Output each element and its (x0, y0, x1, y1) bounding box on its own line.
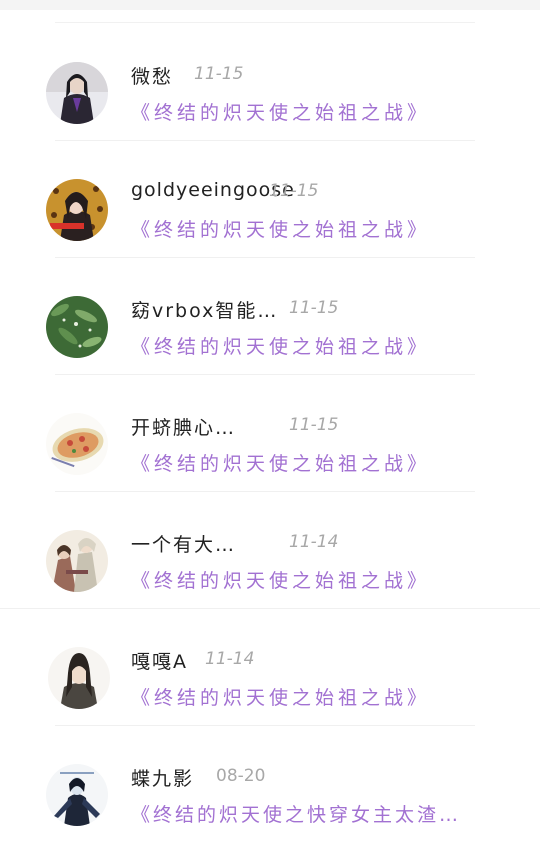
divider (55, 22, 475, 23)
avatar[interactable] (46, 530, 108, 592)
book-title-link[interactable]: 《终结的炽天使之始祖之战》 (131, 566, 430, 593)
date-label: 11-15 (289, 298, 339, 318)
avatar[interactable] (46, 179, 108, 241)
avatar[interactable] (46, 413, 108, 475)
date-label: 11-15 (194, 64, 244, 84)
book-title-link[interactable]: 《终结的炽天使之始祖之战》 (131, 449, 430, 476)
date-label: 11-15 (289, 415, 339, 435)
reader-list-screen: 微愁 11-15 《终结的炽天使之始祖之战》 goldyeeingoose 11… (0, 0, 540, 843)
avatar[interactable] (46, 296, 108, 358)
avatar-long-hair-man-image (48, 647, 110, 709)
top-strip (0, 0, 540, 10)
date-label: 11-14 (205, 649, 255, 669)
user-name[interactable]: 一个有大… (131, 530, 236, 557)
book-title-link[interactable]: 《终结的炽天使之始祖之战》 (131, 98, 430, 125)
avatar-dark-figure-image (46, 764, 108, 826)
book-title-link[interactable]: 《终结的炽天使之始祖之战》 (131, 215, 430, 242)
avatar-anime-group-image (46, 530, 108, 592)
avatar[interactable] (48, 647, 110, 709)
list-item[interactable]: 蝶九影 08-20 《终结的炽天使之快穿女主太渣… (0, 726, 540, 843)
avatar[interactable] (46, 62, 108, 124)
book-title-link[interactable]: 《终结的炽天使之快穿女主太渣… (131, 800, 461, 827)
date-label: 08-20 (216, 766, 266, 786)
user-name[interactable]: 微愁 (131, 62, 173, 89)
user-name[interactable]: 开蛴腆心… (131, 413, 236, 440)
user-name[interactable]: 嘎嘎A (131, 647, 188, 674)
user-name[interactable]: 窈vrbox智能… (131, 296, 278, 323)
user-name[interactable]: 蝶九影 (131, 764, 194, 791)
avatar-green-leaves-image (46, 296, 108, 358)
list-item[interactable]: 一个有大… 11-14 《终结的炽天使之始祖之战》 (0, 492, 540, 609)
list-item[interactable]: 开蛴腆心… 11-15 《终结的炽天使之始祖之战》 (0, 375, 540, 492)
avatar-dark-suit-man-image (46, 62, 108, 124)
list-item[interactable]: 嘎嘎A 11-14 《终结的炽天使之始祖之战》 (0, 609, 540, 726)
list-item[interactable]: goldyeeingoose 11-15 《终结的炽天使之始祖之战》 (0, 141, 540, 258)
list-item[interactable]: 微愁 11-15 《终结的炽天使之始祖之战》 (0, 24, 540, 141)
date-label: 11-15 (269, 181, 319, 201)
book-title-link[interactable]: 《终结的炽天使之始祖之战》 (131, 332, 430, 359)
avatar-pizza-plate-image (46, 413, 108, 475)
avatar-girl-leopard-print-image (46, 179, 108, 241)
date-label: 11-14 (289, 532, 339, 552)
avatar[interactable] (46, 764, 108, 826)
book-title-link[interactable]: 《终结的炽天使之始祖之战》 (131, 683, 430, 710)
list-item[interactable]: 窈vrbox智能… 11-15 《终结的炽天使之始祖之战》 (0, 258, 540, 375)
